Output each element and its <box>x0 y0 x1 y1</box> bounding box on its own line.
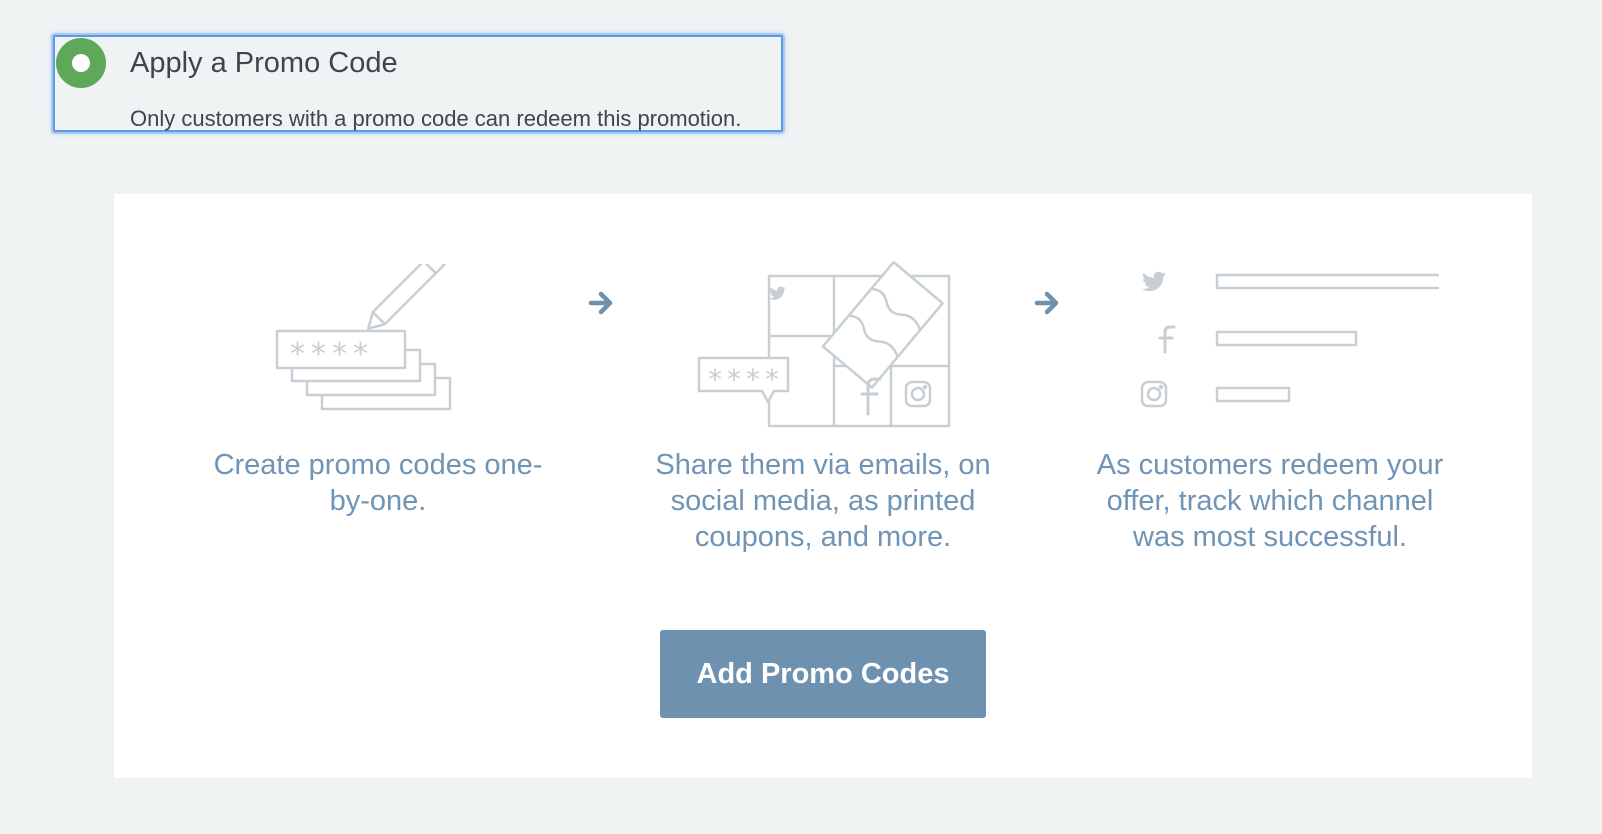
share-channels-illustration: **** <box>696 246 966 431</box>
facebook-icon <box>1158 325 1176 354</box>
step-2-text: Share them via emails, on social media, … <box>655 449 991 553</box>
code-pencil-illustration: **** <box>274 264 474 414</box>
twitter-icon <box>1142 271 1166 292</box>
radio-selected-icon[interactable] <box>56 38 106 88</box>
instagram-icon <box>904 380 932 408</box>
arrow-right-icon <box>1034 291 1059 315</box>
promo-code-option[interactable]: Apply a Promo Code Only customers with a… <box>53 35 783 132</box>
instagram-icon <box>1140 380 1168 408</box>
add-promo-codes-button[interactable]: Add Promo Codes <box>660 630 986 718</box>
twitter-icon <box>769 286 786 300</box>
option-title: Apply a Promo Code <box>130 47 398 79</box>
promo-codes-panel: **** **** Create promo codes one-by-one.… <box>114 194 1532 778</box>
option-description: Only customers with a promo code can red… <box>130 106 742 131</box>
arrow-right-icon <box>588 291 613 315</box>
masked-code-text: **** <box>290 337 374 372</box>
step-3-text: As customers redeem your offer, track wh… <box>1096 449 1444 553</box>
step-1-text: Create promo codes one-by-one. <box>213 449 543 517</box>
radio-dot <box>72 54 90 72</box>
masked-code-text: **** <box>708 363 784 396</box>
channel-tracking-illustration <box>1139 262 1439 412</box>
